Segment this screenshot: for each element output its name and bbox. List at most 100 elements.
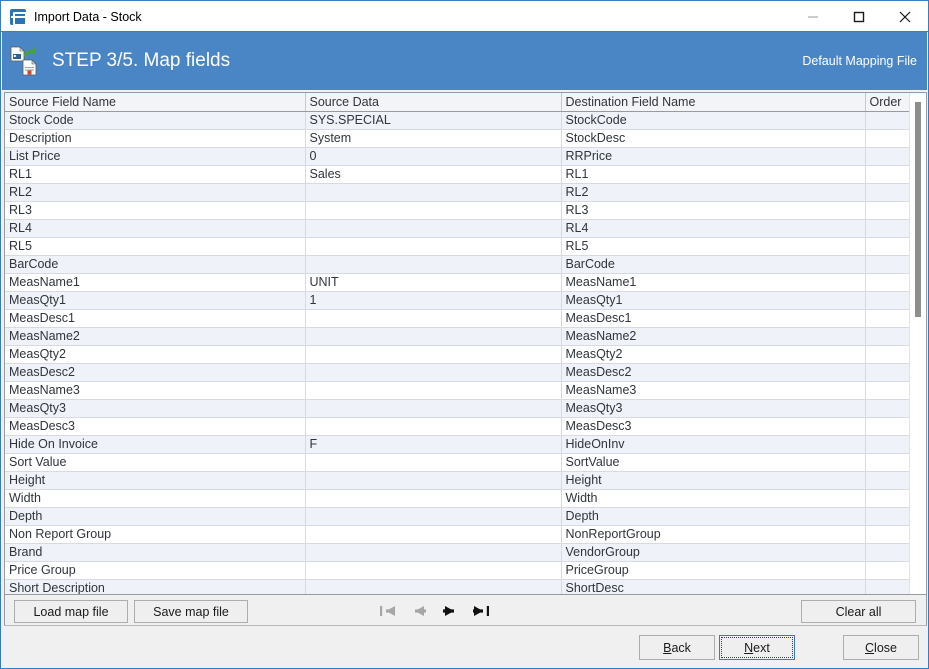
cell-source-data[interactable] xyxy=(305,345,562,364)
cell-source-data[interactable] xyxy=(305,453,562,472)
cell-destination-field-name[interactable]: RRPrice xyxy=(561,147,866,166)
cell-order[interactable] xyxy=(865,201,911,220)
cell-destination-field-name[interactable]: SortValue xyxy=(561,453,866,472)
table-row[interactable]: RL5 RL5 xyxy=(5,237,911,256)
cell-order[interactable] xyxy=(865,543,911,562)
cell-source-field-name[interactable]: Stock Code xyxy=(5,111,306,130)
cell-order[interactable] xyxy=(865,525,911,544)
cell-source-field-name[interactable]: MeasDesc1 xyxy=(5,309,306,328)
cell-source-data[interactable] xyxy=(305,309,562,328)
cell-order[interactable] xyxy=(865,183,911,202)
column-header-order[interactable]: Order xyxy=(865,93,911,112)
cell-source-field-name[interactable]: Price Group xyxy=(5,561,306,580)
cell-source-data[interactable]: 0 xyxy=(305,147,562,166)
cell-order[interactable] xyxy=(865,273,911,292)
cell-source-field-name[interactable]: Sort Value xyxy=(5,453,306,472)
cell-order[interactable] xyxy=(865,381,911,400)
first-record-button[interactable] xyxy=(379,602,397,620)
cell-source-data[interactable] xyxy=(305,399,562,418)
cell-source-data[interactable] xyxy=(305,363,562,382)
cell-source-field-name[interactable]: MeasDesc3 xyxy=(5,417,306,436)
close-button[interactable] xyxy=(882,1,928,32)
column-header-destination-field-name[interactable]: Destination Field Name xyxy=(561,93,866,112)
cell-source-field-name[interactable]: MeasQty3 xyxy=(5,399,306,418)
cell-source-data[interactable] xyxy=(305,471,562,490)
cell-source-field-name[interactable]: MeasName3 xyxy=(5,381,306,400)
close-dialog-button[interactable]: Close xyxy=(843,635,919,660)
cell-source-field-name[interactable]: RL3 xyxy=(5,201,306,220)
cell-source-field-name[interactable]: Description xyxy=(5,129,306,148)
cell-source-data[interactable] xyxy=(305,525,562,544)
cell-destination-field-name[interactable]: RL3 xyxy=(561,201,866,220)
grid-scrollbar-thumb[interactable] xyxy=(915,102,921,317)
next-record-button[interactable] xyxy=(441,602,459,620)
cell-order[interactable] xyxy=(865,219,911,238)
grid-vertical-scrollbar[interactable] xyxy=(909,93,926,594)
table-row[interactable]: Sort Value SortValue xyxy=(5,453,911,472)
cell-source-field-name[interactable]: MeasQty2 xyxy=(5,345,306,364)
cell-destination-field-name[interactable]: StockDesc xyxy=(561,129,866,148)
cell-source-field-name[interactable]: Brand xyxy=(5,543,306,562)
column-header-source-data[interactable]: Source Data xyxy=(305,93,562,112)
cell-source-field-name[interactable]: MeasName1 xyxy=(5,273,306,292)
table-row[interactable]: Height Height xyxy=(5,471,911,490)
table-row[interactable]: Description System StockDesc xyxy=(5,129,911,148)
cell-destination-field-name[interactable]: MeasName3 xyxy=(561,381,866,400)
cell-source-field-name[interactable]: List Price xyxy=(5,147,306,166)
cell-destination-field-name[interactable]: MeasDesc1 xyxy=(561,309,866,328)
cell-source-field-name[interactable]: RL4 xyxy=(5,219,306,238)
cell-order[interactable] xyxy=(865,291,911,310)
cell-order[interactable] xyxy=(865,165,911,184)
cell-order[interactable] xyxy=(865,453,911,472)
table-row[interactable]: Non Report Group NonReportGroup xyxy=(5,525,911,544)
default-mapping-file-label[interactable]: Default Mapping File xyxy=(802,54,917,68)
cell-source-data[interactable] xyxy=(305,417,562,436)
cell-order[interactable] xyxy=(865,579,911,594)
table-row[interactable]: Brand VendorGroup xyxy=(5,543,911,562)
cell-source-data[interactable] xyxy=(305,561,562,580)
cell-destination-field-name[interactable]: MeasDesc2 xyxy=(561,363,866,382)
cell-destination-field-name[interactable]: RL1 xyxy=(561,165,866,184)
previous-record-button[interactable] xyxy=(410,602,428,620)
table-row[interactable]: RL3 RL3 xyxy=(5,201,911,220)
cell-order[interactable] xyxy=(865,489,911,508)
last-record-button[interactable] xyxy=(472,602,490,620)
cell-source-data[interactable] xyxy=(305,237,562,256)
cell-destination-field-name[interactable]: MeasQty1 xyxy=(561,291,866,310)
cell-source-field-name[interactable]: BarCode xyxy=(5,255,306,274)
table-row[interactable]: MeasDesc2 MeasDesc2 xyxy=(5,363,911,382)
cell-source-data[interactable]: Sales xyxy=(305,165,562,184)
cell-destination-field-name[interactable]: BarCode xyxy=(561,255,866,274)
cell-source-data[interactable] xyxy=(305,579,562,594)
clear-all-button[interactable]: Clear all xyxy=(801,600,916,623)
cell-source-field-name[interactable]: RL1 xyxy=(5,165,306,184)
cell-source-data[interactable] xyxy=(305,255,562,274)
cell-source-field-name[interactable]: MeasName2 xyxy=(5,327,306,346)
cell-source-field-name[interactable]: Non Report Group xyxy=(5,525,306,544)
next-button[interactable]: Next xyxy=(719,635,795,660)
cell-source-field-name[interactable]: RL5 xyxy=(5,237,306,256)
column-header-source-field-name[interactable]: Source Field Name xyxy=(5,93,306,112)
table-row[interactable]: List Price 0 RRPrice xyxy=(5,147,911,166)
cell-source-data[interactable]: System xyxy=(305,129,562,148)
table-row[interactable]: MeasDesc3 MeasDesc3 xyxy=(5,417,911,436)
cell-order[interactable] xyxy=(865,345,911,364)
cell-source-data[interactable] xyxy=(305,183,562,202)
cell-destination-field-name[interactable]: Width xyxy=(561,489,866,508)
maximize-button[interactable] xyxy=(836,1,882,32)
cell-destination-field-name[interactable]: HideOnInv xyxy=(561,435,866,454)
table-row[interactable]: MeasQty1 1 MeasQty1 xyxy=(5,291,911,310)
cell-destination-field-name[interactable]: MeasQty3 xyxy=(561,399,866,418)
cell-order[interactable] xyxy=(865,561,911,580)
load-map-file-button[interactable]: Load map file xyxy=(14,600,128,623)
minimize-button[interactable] xyxy=(790,1,836,32)
table-row[interactable]: MeasName3 MeasName3 xyxy=(5,381,911,400)
cell-order[interactable] xyxy=(865,471,911,490)
table-row[interactable]: RL1 Sales RL1 xyxy=(5,165,911,184)
cell-order[interactable] xyxy=(865,129,911,148)
table-row[interactable]: MeasName1 UNIT MeasName1 xyxy=(5,273,911,292)
table-row[interactable]: MeasDesc1 MeasDesc1 xyxy=(5,309,911,328)
cell-source-field-name[interactable]: Short Description xyxy=(5,579,306,594)
cell-destination-field-name[interactable]: RL2 xyxy=(561,183,866,202)
cell-order[interactable] xyxy=(865,363,911,382)
